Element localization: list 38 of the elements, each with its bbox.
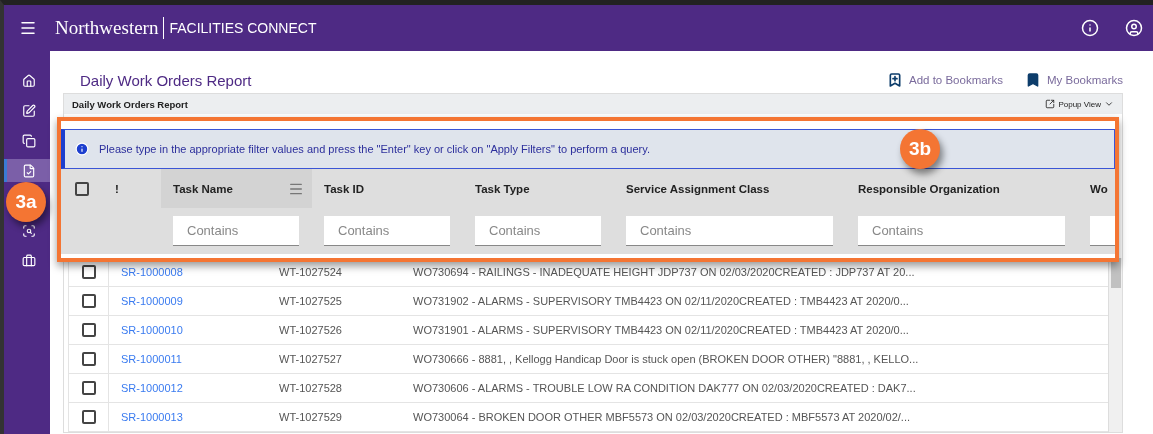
table-cell-text: WT-1027526 bbox=[279, 324, 343, 336]
table-cell-text: WO730606 - ALARMS - TROUBLE LOW RA CONDITION DAK777 ON 02/03/2020CREATED : DAK7... bbox=[413, 382, 917, 394]
column-header[interactable]: Task Type bbox=[475, 182, 530, 195]
page-title: Daily Work Orders Report bbox=[80, 71, 253, 89]
column-header[interactable]: Service Assignment Class bbox=[626, 182, 770, 195]
bookmark-link[interactable]: My Bookmarks bbox=[1024, 72, 1123, 88]
request-link[interactable]: SR-1000011 bbox=[109, 353, 279, 365]
product-name: FACILITIES CONNECT bbox=[169, 20, 317, 36]
report-title: Daily Work Orders Report bbox=[72, 98, 189, 110]
column-header[interactable]: Task Name bbox=[173, 182, 233, 195]
column-header[interactable]: Task ID bbox=[324, 182, 365, 195]
table-cell-text: WT-1027525 bbox=[279, 295, 343, 307]
request-link[interactable]: SR-1000010 bbox=[109, 324, 279, 336]
table-cell-text: WO731901 - ALARMS - SUPERVISORY TMB4423 ON 02/11/2020CREATED : TMB4423 AT 2020/0... bbox=[413, 324, 910, 336]
popup-view-button[interactable]: Popup View bbox=[1045, 99, 1114, 109]
column-header[interactable]: Responsible Organization bbox=[858, 182, 1000, 195]
filter-field[interactable]: Contains bbox=[475, 216, 601, 246]
request-link[interactable]: SR-1000009 bbox=[109, 295, 279, 307]
column-header[interactable]: Wo bbox=[1090, 182, 1108, 195]
filter-field[interactable]: Contains bbox=[324, 216, 450, 246]
table-cell-text: WO731902 - ALARMS - SUPERVISORY TMB4423 ON 02/11/2020CREATED : TMB4423 AT 2020/0... bbox=[413, 295, 910, 307]
table-cell-text: WO730064 - BROKEN DOOR OTHER MBF5573 ON 02/03/2020CREATED : MBF5573 AT 2020/02/... bbox=[413, 411, 912, 423]
table-cell-text: WO730666 - 8881, , Kellogg Handicap Door is stuck open (BROKEN DOOR OTHER) "8881, , KELLO... bbox=[413, 353, 920, 365]
filter-field[interactable]: Contains bbox=[173, 216, 299, 246]
bookmark-link[interactable]: Add to Bookmarks bbox=[887, 72, 1003, 88]
request-link[interactable]: SR-1000012 bbox=[109, 382, 279, 394]
table-cell-text: WO730694 - RAILINGS - INADEQUATE HEIGHT JDP737 ON 02/03/2020CREATED : JDP737 AT 20... bbox=[413, 266, 916, 278]
info-text: Please type in the appropriate filter values and press the "Enter" key or click on "Apply Filters" to perform a query. bbox=[99, 143, 650, 155]
table-cell-text: WT-1027528 bbox=[279, 382, 343, 394]
request-link[interactable]: SR-1000008 bbox=[109, 266, 279, 278]
table-cell-text: WT-1027527 bbox=[279, 353, 343, 365]
brand-name: Northwestern bbox=[55, 17, 165, 39]
filter-field[interactable]: Contains bbox=[626, 216, 833, 246]
table-cell-text: WT-1027529 bbox=[279, 411, 343, 423]
request-link[interactable]: SR-1000013 bbox=[109, 411, 279, 423]
filter-field[interactable]: Contains bbox=[858, 216, 1065, 246]
column-header[interactable]: ! bbox=[115, 182, 119, 195]
table-cell-text: WT-1027524 bbox=[279, 266, 343, 278]
